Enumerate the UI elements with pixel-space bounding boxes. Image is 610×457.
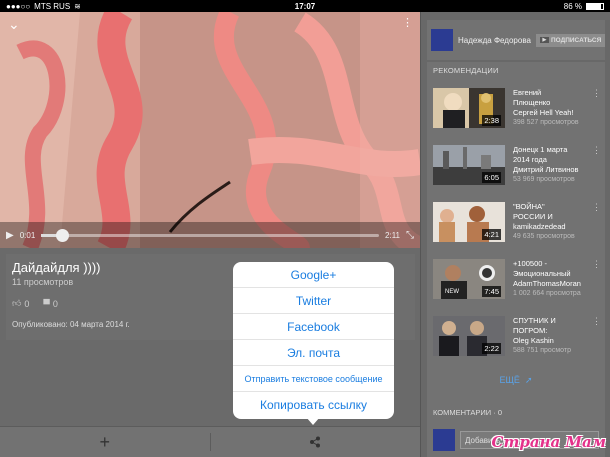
recommendation-text: СПУТНИК И ПОГРОМ: Oleg Kashin 588 751 пр… [513,316,593,356]
recommendation-channel: kamikadzedead [513,222,566,231]
add-to-playlist-button[interactable]: + [0,432,210,453]
subscribe-button[interactable]: ▶ ПОДПИСАТЬСЯ [535,33,606,47]
status-time: 17:07 [294,1,316,11]
recommendation-title: ПОГРОМ: [513,326,548,335]
arrow-up-right-icon: ➚ [522,375,533,385]
more-options-icon[interactable]: ⋮ [592,259,601,270]
recommendation-item[interactable]: NEW 7:45 +100500 - Эмоциональный AdamTho… [433,259,601,309]
recommendation-views: 398 527 просмотров [513,119,579,126]
recommendation-views: 588 751 просмотр [513,347,571,354]
share-button[interactable] [211,432,421,453]
user-avatar [433,429,455,451]
more-options-icon[interactable]: ⋮ [402,16,413,29]
video-duration: 2:22 [482,343,501,354]
more-recommendations-link[interactable]: ЕЩЁ ➚ [427,375,605,386]
recommendation-text: +100500 - Эмоциональный AdamThomasMoran … [513,259,593,299]
like-count: 0 [24,298,30,309]
share-icon [310,436,321,447]
recommendation-item[interactable]: 2:22 СПУТНИК И ПОГРОМ: Oleg Kashin 588 7… [433,316,601,366]
recommendation-views: 53 969 просмотров [513,176,575,183]
video-duration: 4:21 [482,229,501,240]
channel-name[interactable]: Надежда Федорова [458,36,531,45]
video-thumbnail[interactable]: 2:22 [433,316,505,356]
popover-arrow [306,417,320,425]
recommendation-channel: Oleg Kashin [513,336,554,345]
comment-bubble-icon: ▀ [43,298,50,309]
recommendation-title: "ВОЙНА" [513,202,545,211]
video-player[interactable]: ⌄ ⋮ ▶ 0:01 2:11 ⤡ [0,12,420,248]
watermark-logo: Страна Мам [491,433,606,451]
recommendation-title: Евгений [513,88,542,97]
svg-text:NEW: NEW [445,289,459,295]
progress-bar[interactable] [41,228,380,242]
recommendation-channel: Сергей Hell Yeah! [513,108,574,117]
recommendation-item[interactable]: 6:05 Донецк 1 марта 2014 года Дмитрий Ли… [433,145,601,195]
share-popover: Google+ Twitter Facebook Эл. почта Отпра… [233,262,394,419]
more-options-icon[interactable]: ⋮ [592,145,601,156]
video-thumbnail[interactable]: 2:38 [433,88,505,128]
dislike-count: 0 [52,298,58,309]
video-duration: 7:45 [482,286,501,297]
comments-header: КОММЕНТАРИИ · 0 [433,408,502,417]
recommendation-title: РОССИИ И [513,212,553,221]
recommendation-text: Донецк 1 марта 2014 года Дмитрий Литвино… [513,145,593,185]
recommendation-item[interactable]: 4:21 "ВОЙНА" РОССИИ И kamikadzedead 49 6… [433,202,601,252]
dislike-button[interactable]: ▀ 0 [43,298,57,309]
recommendation-text: Евгений Плющенко Сергей Hell Yeah! 398 5… [513,88,593,128]
more-label: ЕЩЁ [499,375,520,385]
fullscreen-icon[interactable]: ⤡ [406,230,414,241]
thumbs-up-icon: 👍︎ [12,298,22,308]
recommendation-text: "ВОЙНА" РОССИИ И kamikadzedead 49 635 пр… [513,202,593,242]
video-duration: 6:05 [482,172,501,183]
channel-row: Надежда Федорова ▶ ПОДПИСАТЬСЯ [427,20,606,60]
plus-icon: + [99,431,110,452]
battery-icon [586,2,604,10]
player-controls: ▶ 0:01 2:11 ⤡ [0,222,420,248]
bottom-toolbar: + [0,426,420,457]
recommendation-channel: Дмитрий Литвинов [513,165,579,174]
current-time: 0:01 [19,230,36,240]
more-options-icon[interactable]: ⋮ [592,88,601,99]
recommendation-title: Донецк 1 марта [513,145,568,154]
recommendation-title: 2014 года [513,155,547,164]
battery-fill [587,3,601,9]
recommendations-panel: РЕКОМЕНДАЦИИ 2:38 Евгений Плющенко Серге… [427,62,605,404]
duration-label: 2:11 [385,230,400,240]
side-panel: Надежда Федорова ▶ ПОДПИСАТЬСЯ РЕКОМЕНДАЦ… [420,12,610,457]
minimize-chevron-icon[interactable]: ⌄ [8,16,20,33]
recommendation-item[interactable]: 2:38 Евгений Плющенко Сергей Hell Yeah! … [433,88,601,138]
recommendation-title: СПУТНИК И [513,316,556,325]
share-google-plus[interactable]: Google+ [233,262,394,288]
video-frame [0,12,420,248]
video-thumbnail[interactable]: 4:21 [433,202,505,242]
recommendation-views: 49 635 просмотров [513,233,575,240]
video-duration: 2:38 [482,115,501,126]
more-options-icon[interactable]: ⋮ [592,202,601,213]
play-icon[interactable]: ▶ [6,230,14,241]
channel-avatar[interactable] [431,29,453,51]
recommendation-title: Эмоциональный [513,269,571,278]
youtube-play-icon: ▶ [539,37,549,43]
recommendation-channel: AdamThomasMoran [513,279,581,288]
progress-knob[interactable] [55,228,69,242]
share-facebook[interactable]: Facebook [233,314,394,340]
share-email[interactable]: Эл. почта [233,340,394,366]
recommendation-views: 1 002 664 просмотра [513,290,581,297]
share-twitter[interactable]: Twitter [233,288,394,314]
video-thumbnail[interactable]: NEW 7:45 [433,259,505,299]
recommendation-title: +100500 - [513,259,547,268]
copy-link[interactable]: Копировать ссылку [233,392,394,418]
subscribe-label: ПОДПИСАТЬСЯ [550,36,602,44]
video-thumbnail[interactable]: 6:05 [433,145,505,185]
like-button[interactable]: 👍︎ 0 [12,298,29,309]
more-options-icon[interactable]: ⋮ [592,316,601,327]
share-text-message[interactable]: Отправить текстовое сообщение [233,366,394,392]
recommendation-title: Плющенко [513,98,551,107]
status-bar: ●●●○○ MTS RUS ≋ 17:07 86 % [0,0,610,12]
recommendations-header: РЕКОМЕНДАЦИИ [433,66,499,75]
